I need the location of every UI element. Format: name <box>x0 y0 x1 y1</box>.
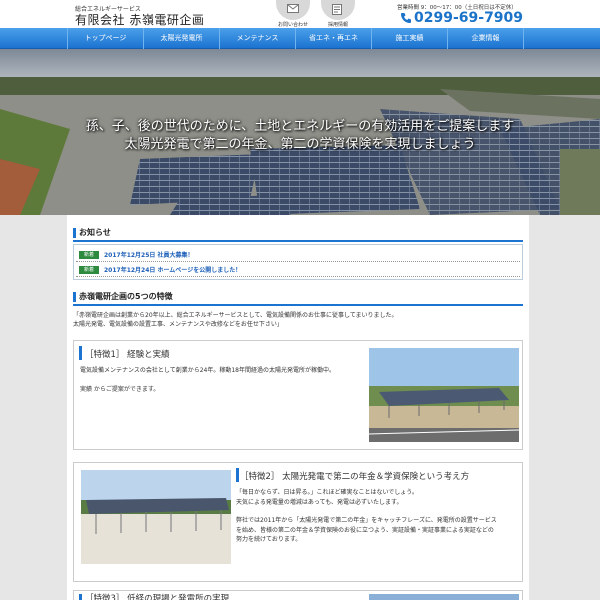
contact-button[interactable]: お問い合わせ <box>275 0 311 28</box>
nav-item-energy[interactable]: 省エネ・再エネ <box>295 28 371 49</box>
new-badge: 新着 <box>79 266 99 274</box>
hero-subheadline: 太陽光発電で第二の年金、第二の学資保険を実現しましょう <box>124 137 476 152</box>
feature-1-body: 電気設備メンテナンスの会社として創業から24年。稼動18年間経過の太陽光発電所が… <box>80 366 360 394</box>
feature-title-bar <box>79 346 82 360</box>
intro-line: 「赤嶺電研企画は創業から20年以上、総合エネルギーサービスとして、電気設備関係の… <box>73 312 398 319</box>
news-title-text: お知らせ <box>79 228 111 237</box>
logo[interactable]: 有限会社 赤嶺電研企画 <box>75 11 204 28</box>
feature-2-title: ［特徴2］ 太陽光発電で第二の年金＆学資保険という考え方 <box>240 472 470 482</box>
nav-item-company[interactable]: 企業情報 <box>447 28 524 49</box>
feature-1-photo <box>369 348 519 442</box>
mail-icon <box>287 4 299 13</box>
global-nav: トップページ 太陽光発電所 メンテナンス 省エネ・再エネ 施工実績 企業情報 <box>0 28 600 49</box>
feature-2-text: 「毎日かならず、日は昇る。」これほど確実なことはないでしょう。 <box>236 489 418 496</box>
intro-line: 太陽光発電、電気設備の設置工事、メンテナンスや改修などをお任せ下さい」 <box>73 321 283 328</box>
recruit-button[interactable]: 採用情報 <box>320 0 356 28</box>
news-item[interactable]: 新着 2017年12月25日 社員大募集！ <box>76 247 520 262</box>
feature-2-text: を始め、皆様の第二の年金＆学資保険のお役に立つよう、実証設備・実証事業による実証… <box>236 526 494 534</box>
feature-2-text: 努力を続けております。 <box>236 536 302 543</box>
phone-number[interactable]: 0299-69-7909 <box>400 10 523 26</box>
news-section-title: お知らせ <box>73 224 523 242</box>
features-section-title: 赤嶺電研企画の5つの特徴 <box>73 288 523 306</box>
nav-item-maintenance[interactable]: メンテナンス <box>219 28 295 49</box>
contact-label: お問い合わせ <box>277 22 308 28</box>
news-item-text[interactable]: 2017年12月24日 ホームページを公開しました！ <box>104 265 241 274</box>
phone-icon <box>401 13 411 23</box>
hero-headline: 孫、子、後の世代のために、土地とエネルギーの有効活用をご提案します <box>85 119 515 134</box>
feature-3-title: ［特徴3］ 低経の現場と発電所の実現 <box>85 594 230 600</box>
features-intro: 「赤嶺電研企画は創業から20年以上、総合エネルギーサービスとして、電気設備関係の… <box>73 311 513 329</box>
feature-2-text: 弊社では2011年から「太陽光発電で第二の年金」をキャッチフレーズに、発電所の設… <box>236 517 497 524</box>
document-icon <box>332 4 342 15</box>
feature-1-text: 実績 からご提案ができます。 <box>80 385 160 393</box>
news-item-text[interactable]: 2017年12月25日 社員大募集！ <box>104 250 194 259</box>
feature-2-body: 「毎日かならず、日は昇る。」これほど確実なことはないでしょう。 天気による発電量… <box>236 488 520 545</box>
feature-3-photo <box>369 594 519 600</box>
feature-1-text: 電気設備メンテナンスの会社として創業から24年。稼動18年間経過の太陽光発電所が… <box>80 367 335 374</box>
feature-2-text: 天気による発電量の増減はあっても、発電は必ずいたします。 <box>236 498 403 506</box>
features-title-text: 赤嶺電研企画の5つの特徴 <box>79 292 173 301</box>
new-badge: 新着 <box>79 251 99 259</box>
nav-item-works[interactable]: 施工実績 <box>371 28 447 49</box>
feature-title-bar <box>236 468 239 482</box>
nav-item-solar[interactable]: 太陽光発電所 <box>143 28 219 49</box>
feature-title-bar <box>79 594 82 600</box>
nav-item-top[interactable]: トップページ <box>67 28 143 49</box>
phone-number-text: 0299-69-7909 <box>414 10 524 26</box>
hero-banner: 孫、子、後の世代のために、土地とエネルギーの有効活用をご提案します 太陽光発電で… <box>0 49 600 215</box>
site-header: 総合エネルギーサービス 有限会社 赤嶺電研企画 お問い合わせ 採用情報 営業時間… <box>0 0 600 28</box>
feature-1-title: ［特徴1］ 経験と実績 <box>85 350 170 360</box>
news-list: 新着 2017年12月25日 社員大募集！ 新着 2017年12月24日 ホーム… <box>73 244 523 280</box>
news-item[interactable]: 新着 2017年12月24日 ホームページを公開しました！ <box>76 262 520 277</box>
feature-2-photo <box>81 470 231 564</box>
recruit-label: 採用情報 <box>327 22 348 28</box>
